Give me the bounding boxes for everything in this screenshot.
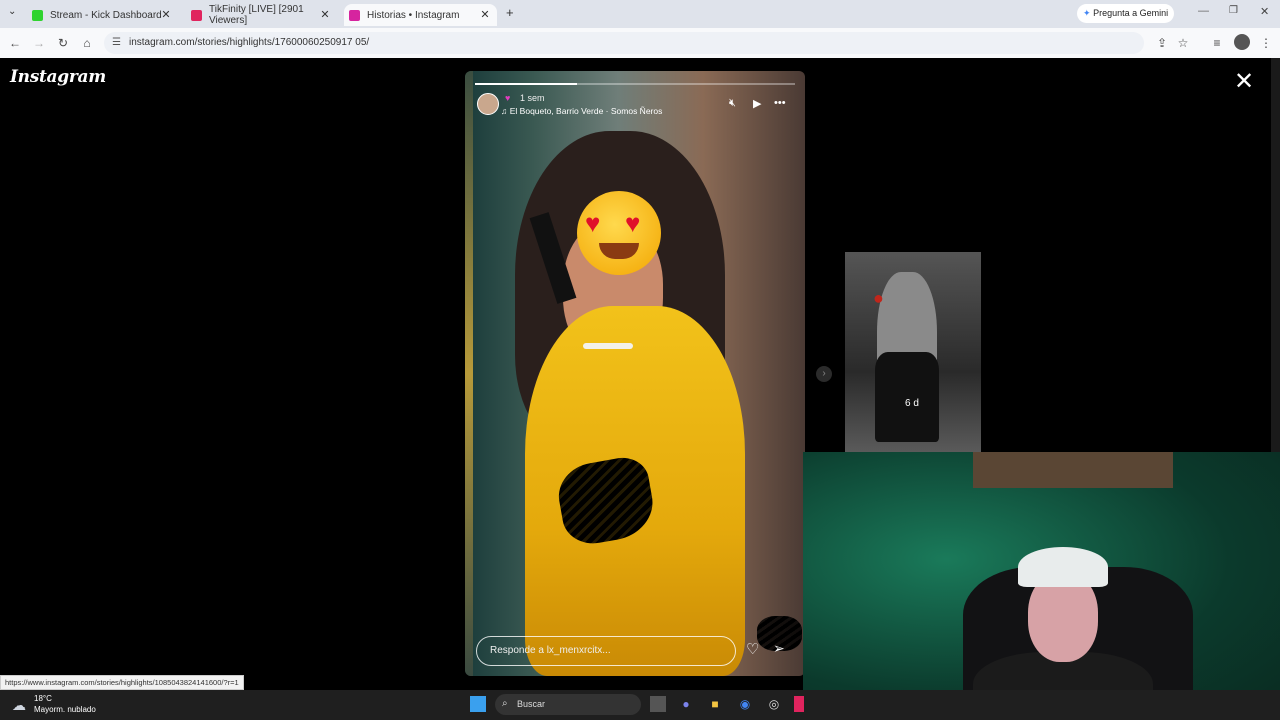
tab-bar: ⌄ Stream - Kick Dashboard ✕ TikFinity [L… <box>0 0 1280 28</box>
music-icon: ♫ <box>501 106 510 116</box>
url-text: instagram.com/stories/highlights/1760006… <box>129 37 370 48</box>
tab-close-icon[interactable]: ✕ <box>319 8 331 21</box>
url-field[interactable]: ☰ instagram.com/stories/highlights/17600… <box>104 32 1144 54</box>
song-label: El Boqueto, Barrio Verde · Somos Ñeros <box>509 106 663 116</box>
teams-icon[interactable]: ● <box>678 696 694 712</box>
instagram-story-viewer: Instagram ✕ ♥ ♥ ♥ 1 sem ♫ El Boqueto, Ba… <box>0 58 1280 720</box>
back-icon[interactable]: ← <box>7 36 23 50</box>
profile-avatar[interactable] <box>1234 34 1250 50</box>
play-icon[interactable]: ▶ <box>753 97 761 110</box>
next-story-chevron-icon[interactable]: › <box>816 366 832 382</box>
app-icon[interactable]: ◎ <box>766 696 782 712</box>
tab-instagram-stories[interactable]: Historias • Instagram ✕ <box>344 4 497 26</box>
close-story-button[interactable]: ✕ <box>1234 70 1254 94</box>
tab-kick-dashboard[interactable]: Stream - Kick Dashboard ✕ <box>28 4 178 26</box>
address-bar-row: ← → ↻ ⌂ ☰ instagram.com/stories/highligh… <box>0 28 1280 59</box>
story-time: 1 sem <box>520 93 545 103</box>
gemini-sparkle-icon: ✦ <box>1083 8 1091 18</box>
weather-description: Mayorm. nublado <box>34 705 96 714</box>
new-tab-button[interactable]: + <box>506 5 514 20</box>
bookmark-star-icon[interactable]: ☆ <box>1175 36 1191 50</box>
kick-favicon-icon <box>32 9 43 21</box>
next-story-preview[interactable]: ● 6 d <box>845 252 981 452</box>
tab-close-icon[interactable]: ✕ <box>160 8 172 21</box>
story-progress-bar <box>475 83 795 85</box>
close-window-icon[interactable]: ✕ <box>1260 5 1269 18</box>
reply-placeholder: Responde a lx_menxrcitx... <box>490 645 611 656</box>
menu-icon[interactable]: ⋮ <box>1258 36 1274 50</box>
extensions-icon[interactable]: ≡ <box>1209 36 1225 50</box>
home-icon[interactable]: ⌂ <box>79 36 95 50</box>
devil-emoji-icon: ● <box>873 288 884 308</box>
weather-cloud-icon[interactable]: ☁ <box>12 697 26 714</box>
windows-start-icon[interactable] <box>470 696 486 712</box>
send-icon[interactable]: ➢ <box>773 640 785 657</box>
tab-tikfinity[interactable]: TikFinity [LIVE] [2901 Viewers] ✕ <box>187 4 337 26</box>
task-view-icon[interactable] <box>650 696 666 712</box>
tab-label: TikFinity [LIVE] [2901 Viewers] <box>209 4 304 26</box>
story-song[interactable]: ♫ El Boqueto, Barrio Verde · Somos Ñeros <box>501 106 662 116</box>
windows-taskbar: ☁ 18°C Mayorm. nublado ⌕ Buscar ● ■ ◉ ◎ <box>0 690 1280 720</box>
status-link-url: https://www.instagram.com/stories/highli… <box>0 675 244 690</box>
tikfinity-favicon-icon <box>191 9 202 21</box>
story-author-avatar[interactable] <box>477 93 499 115</box>
mute-icon[interactable]: 🔇︎ <box>729 97 736 110</box>
tab-close-icon[interactable]: ✕ <box>479 8 491 21</box>
close-friends-icon: ♥ <box>505 93 511 103</box>
heart-eyes-emoji-icon: ♥ ♥ <box>577 191 661 275</box>
weather-temperature: 18°C <box>34 694 52 703</box>
gemini-label: Pregunta a Gemini <box>1093 8 1169 18</box>
site-info-icon[interactable]: ☰ <box>112 37 121 48</box>
instagram-favicon-icon <box>349 9 360 21</box>
tab-label: Stream - Kick Dashboard <box>50 9 162 21</box>
reply-input[interactable]: Responde a lx_menxrcitx... <box>476 636 736 666</box>
scrollbar[interactable] <box>1271 58 1280 453</box>
taskbar-search-label: Buscar <box>517 699 546 709</box>
file-explorer-icon[interactable]: ■ <box>707 696 723 712</box>
like-heart-icon[interactable]: ♡ <box>746 640 759 658</box>
gemini-button[interactable]: ✦ Pregunta a Gemini <box>1077 4 1174 23</box>
tab-label: Historias • Instagram <box>367 9 460 21</box>
app-icon[interactable] <box>794 696 804 712</box>
search-icon: ⌕ <box>502 698 508 709</box>
taskbar-search[interactable]: ⌕ Buscar <box>495 694 641 715</box>
install-app-icon[interactable]: ⇪ <box>1154 36 1170 50</box>
reload-icon[interactable]: ↻ <box>55 36 71 50</box>
restore-icon[interactable]: ❐ <box>1229 5 1238 16</box>
instagram-logo[interactable]: Instagram <box>10 67 106 87</box>
forward-icon[interactable]: → <box>31 36 47 50</box>
tab-search-chevron-icon[interactable]: ⌄ <box>8 6 16 17</box>
webcam-overlay <box>803 452 1280 720</box>
chrome-icon[interactable]: ◉ <box>737 696 753 712</box>
story-card[interactable]: ♥ ♥ ♥ 1 sem ♫ El Boqueto, Barrio Verde ·… <box>465 71 805 676</box>
more-options-icon[interactable]: ••• <box>774 97 786 109</box>
minimize-icon[interactable]: — <box>1198 5 1209 17</box>
preview-age: 6 d <box>905 398 919 409</box>
